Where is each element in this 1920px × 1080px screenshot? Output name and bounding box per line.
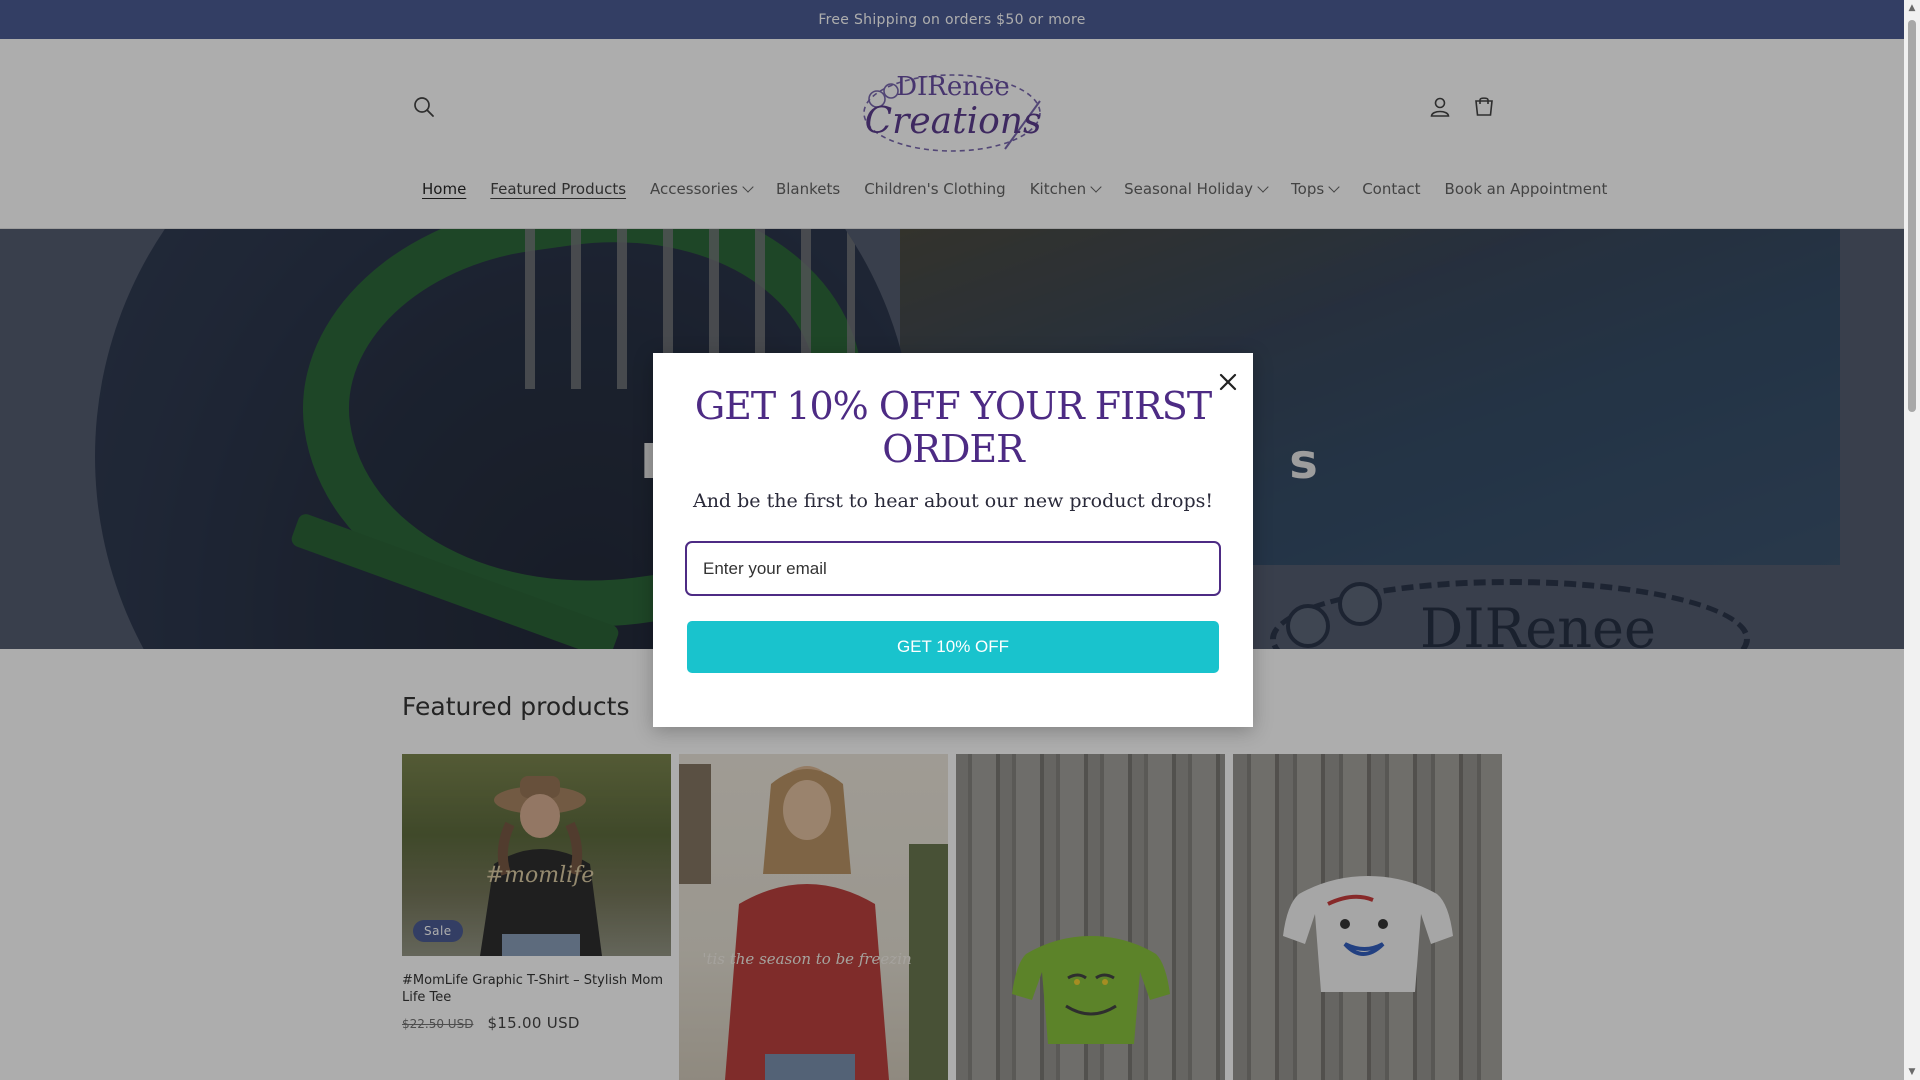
email-field[interactable] — [685, 541, 1221, 596]
storefront-page: Free Shipping on orders $50 or more DIRe… — [0, 0, 1904, 1080]
scroll-down-icon[interactable]: ▼ — [1904, 1064, 1920, 1080]
discount-popup: GET 10% OFF YOUR FIRST ORDER And be the … — [653, 353, 1253, 727]
scroll-thumb[interactable] — [1908, 20, 1916, 412]
close-icon[interactable] — [1211, 365, 1245, 399]
scroll-up-icon[interactable]: ▲ — [1904, 0, 1920, 16]
get-discount-button[interactable]: GET 10% OFF — [687, 621, 1219, 673]
popup-subtitle: And be the first to hear about our new p… — [692, 490, 1214, 512]
page-scrollbar[interactable]: ▲ ▼ — [1904, 0, 1920, 1080]
popup-title: GET 10% OFF YOUR FIRST ORDER — [694, 384, 1212, 471]
